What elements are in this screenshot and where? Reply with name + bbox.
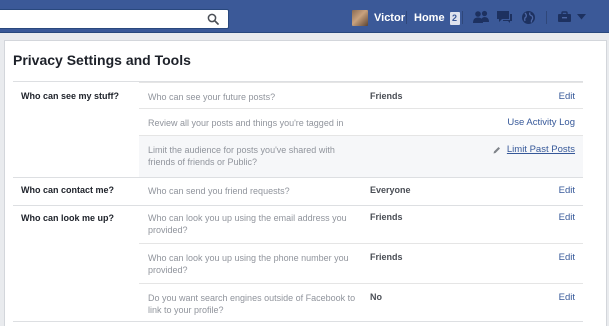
home-link[interactable]: Home 2 bbox=[414, 10, 460, 26]
friend-requests-button[interactable] bbox=[472, 9, 490, 25]
setting-value: Everyone bbox=[370, 185, 411, 195]
setting-row-email-lookup: Who can look you up using the email addr… bbox=[139, 206, 583, 243]
search-button[interactable] bbox=[198, 10, 228, 28]
setting-value: Friends bbox=[370, 252, 403, 262]
messages-button[interactable] bbox=[495, 9, 513, 25]
setting-row-search-engines: Do you want search engines outside of Fa… bbox=[139, 283, 583, 321]
setting-question: Who can look you up using the email addr… bbox=[148, 213, 347, 235]
messages-icon bbox=[496, 11, 512, 23]
edit-future-posts-link[interactable]: Edit bbox=[559, 91, 575, 102]
setting-value: No bbox=[370, 292, 382, 302]
privacy-settings-panel: Privacy Settings and Tools Who can see m… bbox=[4, 40, 607, 326]
friend-requests-icon bbox=[472, 10, 489, 23]
section-label-contact: Who can contact me? bbox=[21, 185, 115, 195]
profile-link[interactable]: Victor bbox=[352, 10, 405, 26]
setting-value: Friends bbox=[370, 212, 403, 222]
setting-value: Friends bbox=[370, 91, 403, 101]
section-label-my-stuff: Who can see my stuff? bbox=[21, 91, 120, 101]
edit-label: Edit bbox=[558, 212, 575, 223]
activity-log-label: Use Activity Log bbox=[507, 117, 575, 128]
setting-row-limit-past-posts: Limit the audience for posts you've shar… bbox=[139, 135, 583, 177]
edit-phone-lookup-link[interactable]: Edit bbox=[559, 252, 575, 263]
account-menu-button[interactable] bbox=[575, 9, 587, 25]
globe-icon bbox=[521, 10, 535, 24]
pencil-icon bbox=[493, 146, 501, 154]
section-label-lookup: Who can look me up? bbox=[21, 213, 115, 223]
chevron-down-icon bbox=[576, 14, 586, 20]
setting-question: Limit the audience for posts you've shar… bbox=[148, 145, 335, 167]
use-activity-log-link[interactable]: Use Activity Log bbox=[507, 117, 575, 128]
setting-row-activity-log: Review all your posts and things you're … bbox=[139, 108, 583, 135]
notifications-button[interactable] bbox=[519, 9, 537, 25]
edit-label: Edit bbox=[558, 91, 575, 102]
avatar bbox=[352, 10, 368, 26]
setting-question: Who can see your future posts? bbox=[148, 92, 276, 102]
search-icon bbox=[207, 13, 219, 25]
search-box bbox=[0, 9, 229, 29]
setting-question: Who can look you up using the phone numb… bbox=[148, 253, 349, 275]
edit-search-engines-link[interactable]: Edit bbox=[559, 292, 575, 303]
home-count-badge: 2 bbox=[449, 11, 460, 25]
setting-question: Who can send you friend requests? bbox=[148, 186, 290, 196]
setting-question: Review all your posts and things you're … bbox=[148, 118, 344, 128]
divider bbox=[13, 321, 583, 322]
top-bar: Victor Home 2 bbox=[0, 0, 609, 33]
edit-label: Edit bbox=[558, 252, 575, 263]
limit-past-posts-link[interactable]: Limit Past Posts bbox=[493, 144, 575, 155]
page-title: Privacy Settings and Tools bbox=[13, 52, 191, 68]
setting-row-phone-lookup: Who can look you up using the phone numb… bbox=[139, 243, 583, 283]
nav-divider bbox=[546, 11, 547, 24]
edit-label: Edit bbox=[558, 185, 575, 196]
privacy-shortcuts-icon bbox=[557, 11, 571, 22]
setting-row-future-posts: Who can see your future posts? Friends E… bbox=[139, 82, 583, 108]
setting-question: Do you want search engines outside of Fa… bbox=[148, 293, 356, 315]
edit-email-lookup-link[interactable]: Edit bbox=[559, 212, 575, 223]
privacy-shortcuts-button[interactable] bbox=[555, 9, 573, 25]
user-name: Victor bbox=[374, 12, 405, 24]
home-label: Home bbox=[414, 12, 445, 24]
search-input[interactable] bbox=[0, 10, 190, 28]
limit-past-posts-label: Limit Past Posts bbox=[506, 144, 575, 155]
edit-label: Edit bbox=[558, 292, 575, 303]
edit-friend-requests-link[interactable]: Edit bbox=[559, 185, 575, 196]
nav-divider bbox=[406, 11, 407, 24]
nav-divider bbox=[462, 11, 463, 24]
setting-row-friend-requests: Who can send you friend requests? Everyo… bbox=[139, 178, 583, 205]
